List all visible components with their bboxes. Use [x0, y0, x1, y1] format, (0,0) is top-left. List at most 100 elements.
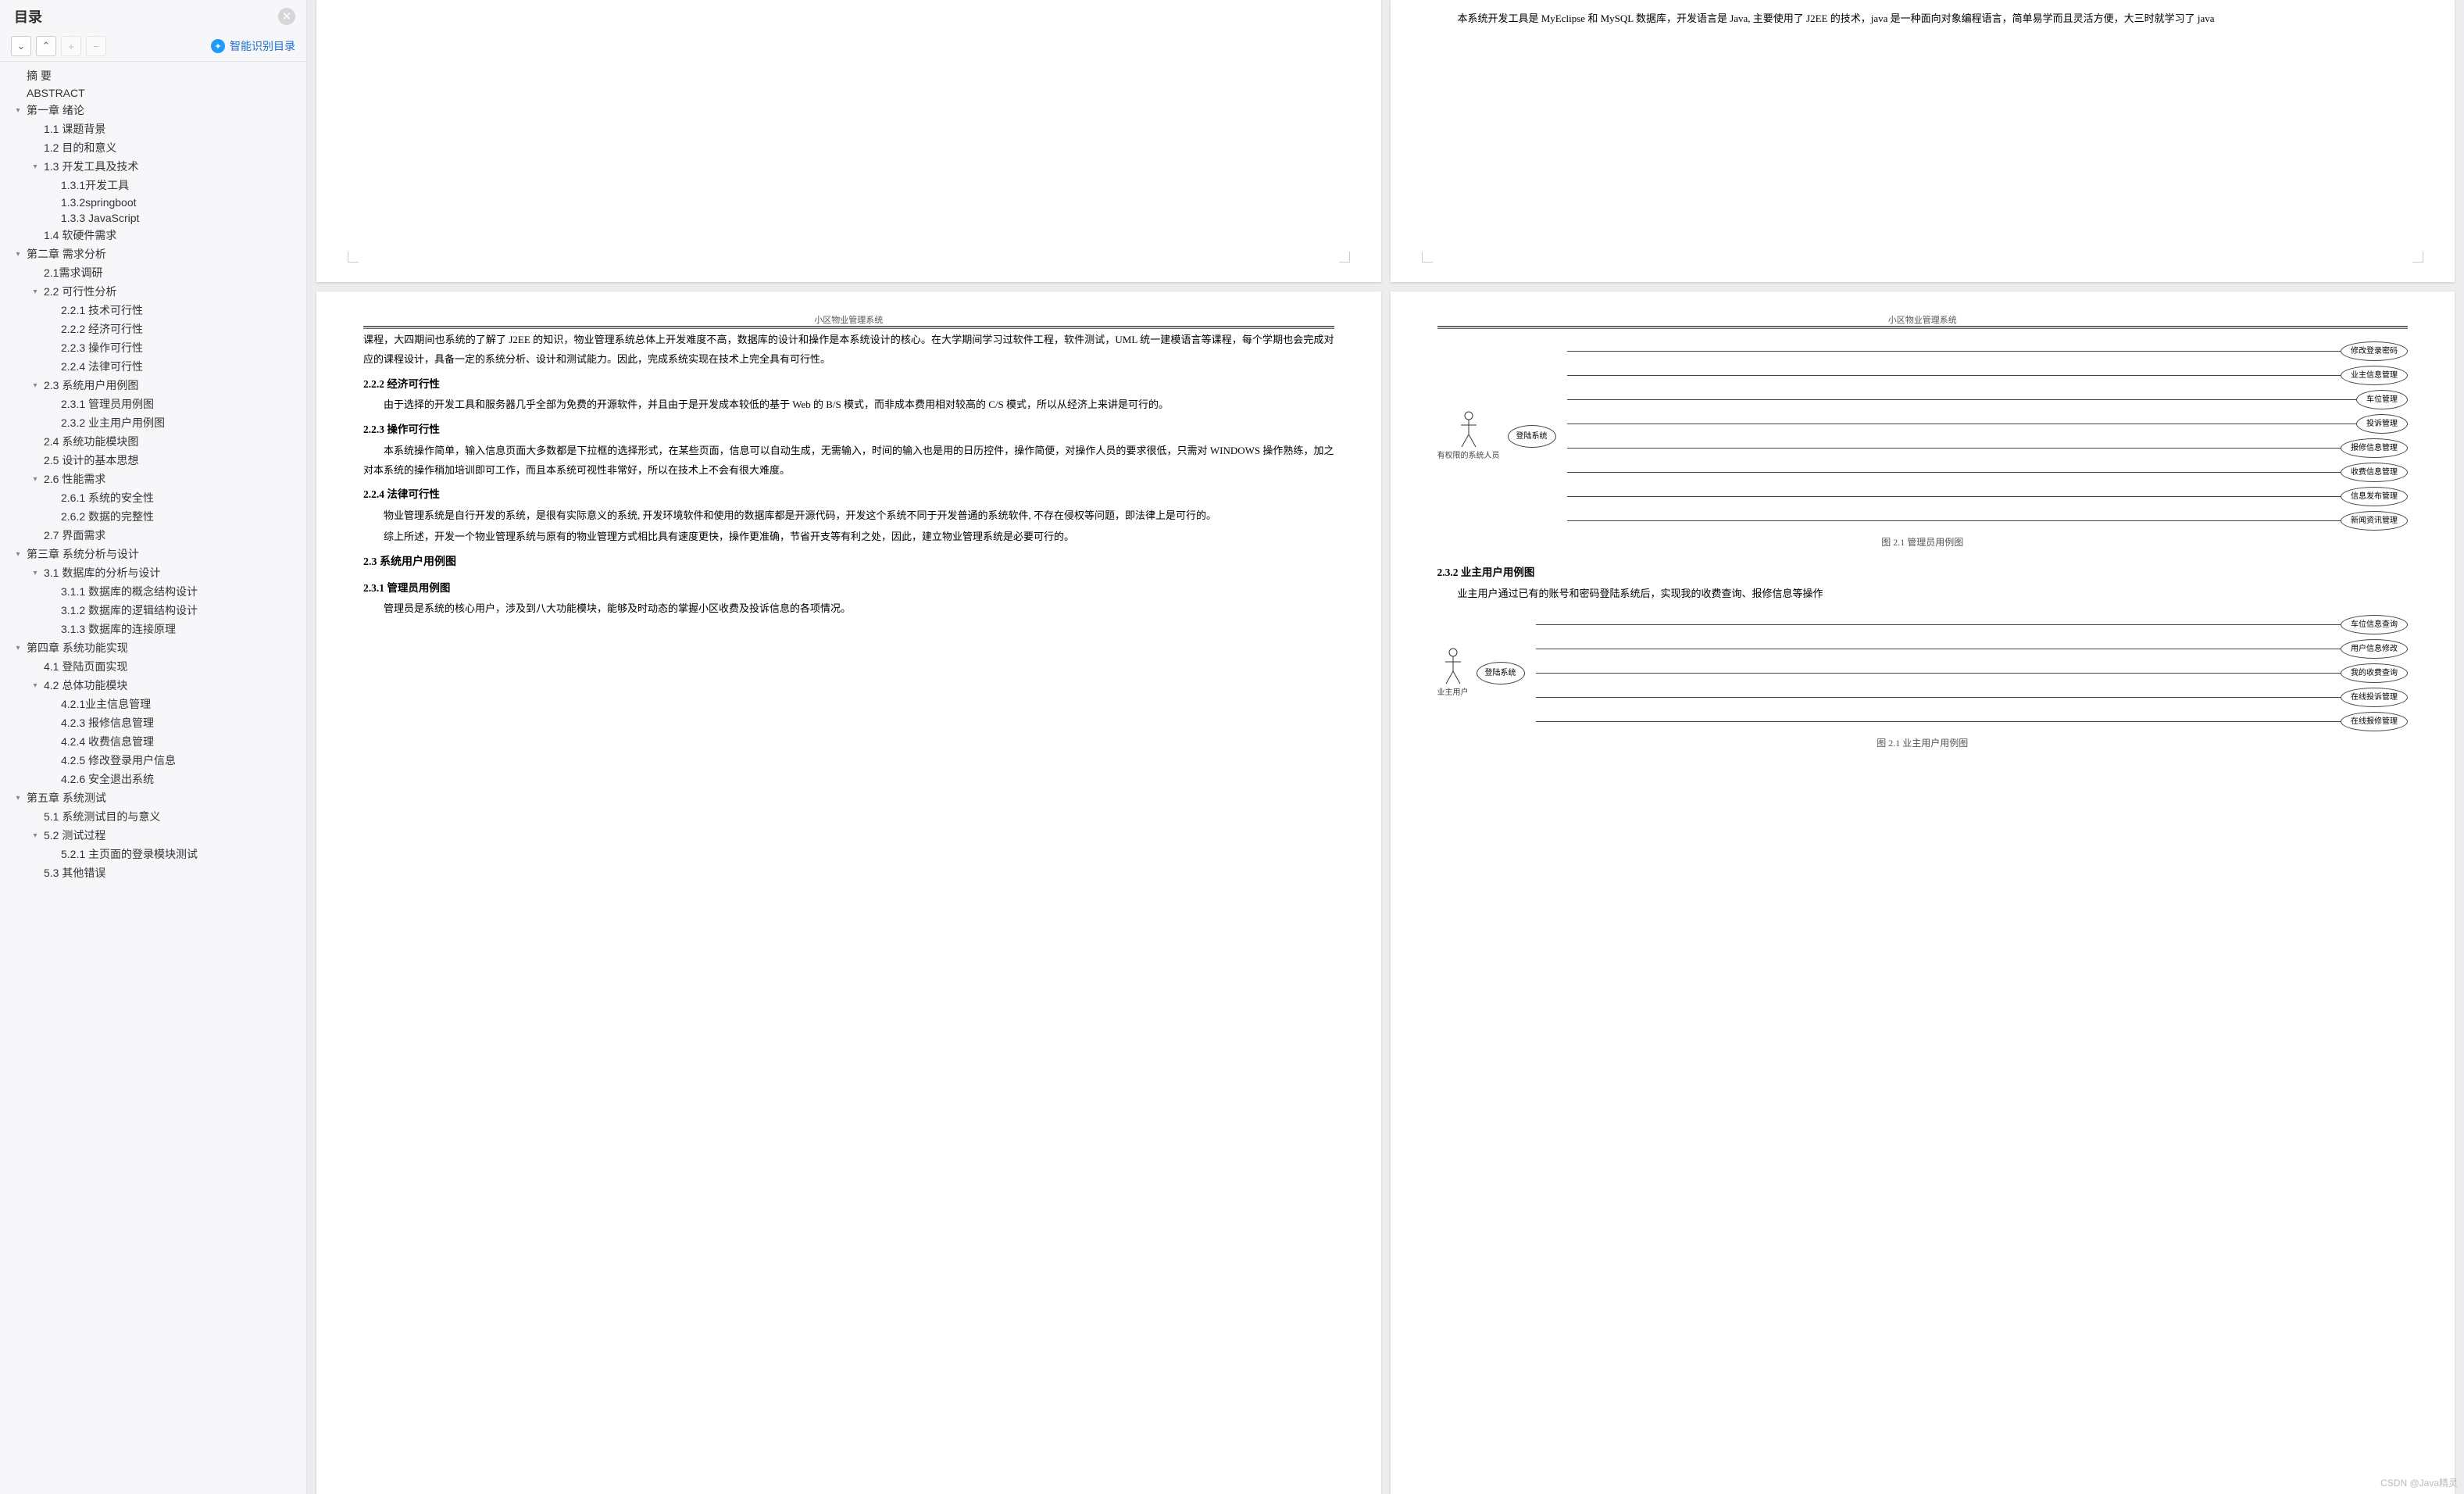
toc-item[interactable]: ▾5.3 其他错误 — [5, 863, 302, 882]
toc-item-label: 2.2.1 技术可行性 — [58, 302, 143, 318]
toc-item[interactable]: ▾4.2.3 报修信息管理 — [5, 713, 302, 732]
usecase-row: 投诉管理 — [1567, 414, 2409, 434]
connector-line — [1567, 448, 2341, 449]
toc-item[interactable]: ▾2.2.1 技术可行性 — [5, 301, 302, 320]
toc-item[interactable]: ▾1.4 软硬件需求 — [5, 226, 302, 245]
connector-line — [1536, 697, 2341, 698]
toc-item[interactable]: ▾2.5 设计的基本思想 — [5, 451, 302, 470]
toc-item[interactable]: ▾5.2.1 主页面的登录模块测试 — [5, 845, 302, 863]
collapse-all-button[interactable]: ⌄ — [11, 36, 31, 56]
owner-usecase-list: 车位信息查询用户信息修改我的收费查询在线投诉管理在线报修管理 — [1536, 615, 2409, 731]
usecase-row: 在线报修管理 — [1536, 712, 2409, 731]
toc-item-label: 2.2.4 法律可行性 — [58, 359, 143, 374]
toc-item[interactable]: ▾2.2.3 操作可行性 — [5, 338, 302, 357]
connector-line — [1536, 624, 2341, 625]
toc-item-label: 2.7 界面需求 — [41, 527, 105, 543]
add-node-button[interactable]: + — [61, 36, 81, 56]
toc-item[interactable]: ▾第四章 系统功能实现 — [5, 638, 302, 657]
toc-item[interactable]: ▾2.3 系统用户用例图 — [5, 376, 302, 395]
toc-item-label: 4.2.1业主信息管理 — [58, 696, 151, 712]
toc-item[interactable]: ▾2.6 性能需求 — [5, 470, 302, 488]
toc-item[interactable]: ▾5.1 系统测试目的与意义 — [5, 807, 302, 826]
toc-item-label: 1.3 开发工具及技术 — [41, 159, 138, 174]
chevron-down-icon[interactable]: ▾ — [12, 644, 23, 652]
toc-item-label: 2.6.2 数据的完整性 — [58, 509, 154, 524]
usecase-bubble: 在线报修管理 — [2341, 712, 2408, 731]
toc-item[interactable]: ▾1.3.1开发工具 — [5, 176, 302, 195]
toc-item-label: 第一章 绪论 — [23, 102, 84, 118]
owner-login-node: 登陆系统 — [1477, 662, 1525, 684]
chevron-down-icon[interactable]: ▾ — [30, 831, 41, 840]
toc-item-label: 3.1.1 数据库的概念结构设计 — [58, 584, 198, 599]
usecase-bubble: 投诉管理 — [2356, 414, 2408, 434]
toc-item[interactable]: ▾1.2 目的和意义 — [5, 138, 302, 157]
toc-item-label: 5.2 测试过程 — [41, 827, 105, 843]
usecase-bubble: 在线投诉管理 — [2341, 688, 2408, 707]
chevron-down-icon[interactable]: ▾ — [30, 475, 41, 484]
toc-item[interactable]: ▾2.1需求调研 — [5, 263, 302, 282]
toc-item[interactable]: ▾3.1.3 数据库的连接原理 — [5, 620, 302, 638]
connector-line — [1536, 721, 2341, 722]
expand-all-button[interactable]: ⌃ — [36, 36, 56, 56]
toc-item[interactable]: ▾ABSTRACT — [5, 85, 302, 101]
toc-item[interactable]: ▾2.7 界面需求 — [5, 526, 302, 545]
chevron-down-icon[interactable]: ▾ — [30, 288, 41, 296]
page-4: 小区物业管理系统 有权限的系统人员 登陆系统 修改登录密码业主信息管理车位管理投… — [1391, 291, 2455, 1494]
toc-item[interactable]: ▾2.2.4 法律可行性 — [5, 357, 302, 376]
usecase-bubble: 信息发布管理 — [2341, 487, 2408, 506]
chevron-down-icon[interactable]: ▾ — [12, 250, 23, 259]
toc-item[interactable]: ▾4.1 登陆页面实现 — [5, 657, 302, 676]
toc-item-label: 第四章 系统功能实现 — [23, 640, 128, 656]
close-icon[interactable]: ✕ — [278, 8, 295, 25]
document-viewport[interactable]: 本系统开发工具是 MyEclipse 和 MySQL 数据库，开发语言是 Jav… — [307, 0, 2464, 1494]
smart-toc-button[interactable]: ✦ 智能识别目录 — [211, 38, 295, 54]
chevron-down-icon[interactable]: ▾ — [30, 681, 41, 690]
toc-item[interactable]: ▾1.1 课题背景 — [5, 120, 302, 138]
toc-item[interactable]: ▾1.3.2springboot — [5, 195, 302, 210]
usecase-row: 新闻资讯管理 — [1567, 511, 2409, 531]
toc-item-label: 2.2.3 操作可行性 — [58, 340, 143, 356]
chevron-down-icon[interactable]: ▾ — [30, 569, 41, 577]
chevron-down-icon[interactable]: ▾ — [12, 794, 23, 802]
chevron-down-icon[interactable]: ▾ — [30, 381, 41, 390]
toc-item[interactable]: ▾3.1.2 数据库的逻辑结构设计 — [5, 601, 302, 620]
chevron-down-icon[interactable]: ▾ — [30, 163, 41, 171]
toc-item[interactable]: ▾3.1.1 数据库的概念结构设计 — [5, 582, 302, 601]
usecase-row: 我的收费查询 — [1536, 663, 2409, 683]
toc-item[interactable]: ▾第一章 绪论 — [5, 101, 302, 120]
toc-item[interactable]: ▾2.6.1 系统的安全性 — [5, 488, 302, 507]
toc-item[interactable]: ▾1.3.3 JavaScript — [5, 210, 302, 226]
toc-item[interactable]: ▾第五章 系统测试 — [5, 788, 302, 807]
para-2-2-4b: 综上所述，开发一个物业管理系统与原有的物业管理方式相比具有速度更快，操作更准确，… — [363, 527, 1334, 547]
page-2-tail: 本系统开发工具是 MyEclipse 和 MySQL 数据库，开发语言是 Jav… — [1391, 0, 2455, 282]
usecase-bubble: 我的收费查询 — [2341, 663, 2408, 683]
toc-item[interactable]: ▾4.2.4 收费信息管理 — [5, 732, 302, 751]
admin-login-node: 登陆系统 — [1508, 425, 1556, 448]
toc-item-label: 5.3 其他错误 — [41, 865, 105, 881]
toc-item[interactable]: ▾2.6.2 数据的完整性 — [5, 507, 302, 526]
toc-item-label: 2.1需求调研 — [41, 265, 102, 281]
toc-item[interactable]: ▾2.4 系统功能模块图 — [5, 432, 302, 451]
toc-item-label: 3.1 数据库的分析与设计 — [41, 565, 160, 581]
toc-item[interactable]: ▾2.3.1 管理员用例图 — [5, 395, 302, 413]
toc-item[interactable]: ▾摘 要 — [5, 66, 302, 85]
toc-item[interactable]: ▾2.2.2 经济可行性 — [5, 320, 302, 338]
owner-usecase-diagram: 业主用户 登陆系统 车位信息查询用户信息修改我的收费查询在线投诉管理在线报修管理 — [1437, 615, 2409, 731]
toc-item[interactable]: ▾1.3 开发工具及技术 — [5, 157, 302, 176]
chevron-down-icon[interactable]: ▾ — [12, 550, 23, 559]
toc-item[interactable]: ▾4.2.5 修改登录用户信息 — [5, 751, 302, 770]
toc-item[interactable]: ▾第二章 需求分析 — [5, 245, 302, 263]
toc-item[interactable]: ▾2.2 可行性分析 — [5, 282, 302, 301]
actor-admin: 有权限的系统人员 — [1437, 409, 1500, 463]
remove-node-button[interactable]: − — [86, 36, 106, 56]
toc-item[interactable]: ▾3.1 数据库的分析与设计 — [5, 563, 302, 582]
toc-tree[interactable]: ▾摘 要▾ABSTRACT▾第一章 绪论▾1.1 课题背景▾1.2 目的和意义▾… — [0, 62, 306, 1494]
toc-item[interactable]: ▾4.2 总体功能模块 — [5, 676, 302, 695]
toc-item[interactable]: ▾2.3.2 业主用户用例图 — [5, 413, 302, 432]
chevron-down-icon[interactable]: ▾ — [12, 106, 23, 115]
toc-item[interactable]: ▾4.2.1业主信息管理 — [5, 695, 302, 713]
toc-item[interactable]: ▾第三章 系统分析与设计 — [5, 545, 302, 563]
toc-item[interactable]: ▾4.2.6 安全退出系统 — [5, 770, 302, 788]
toc-item[interactable]: ▾5.2 测试过程 — [5, 826, 302, 845]
usecase-row: 收费信息管理 — [1567, 463, 2409, 482]
